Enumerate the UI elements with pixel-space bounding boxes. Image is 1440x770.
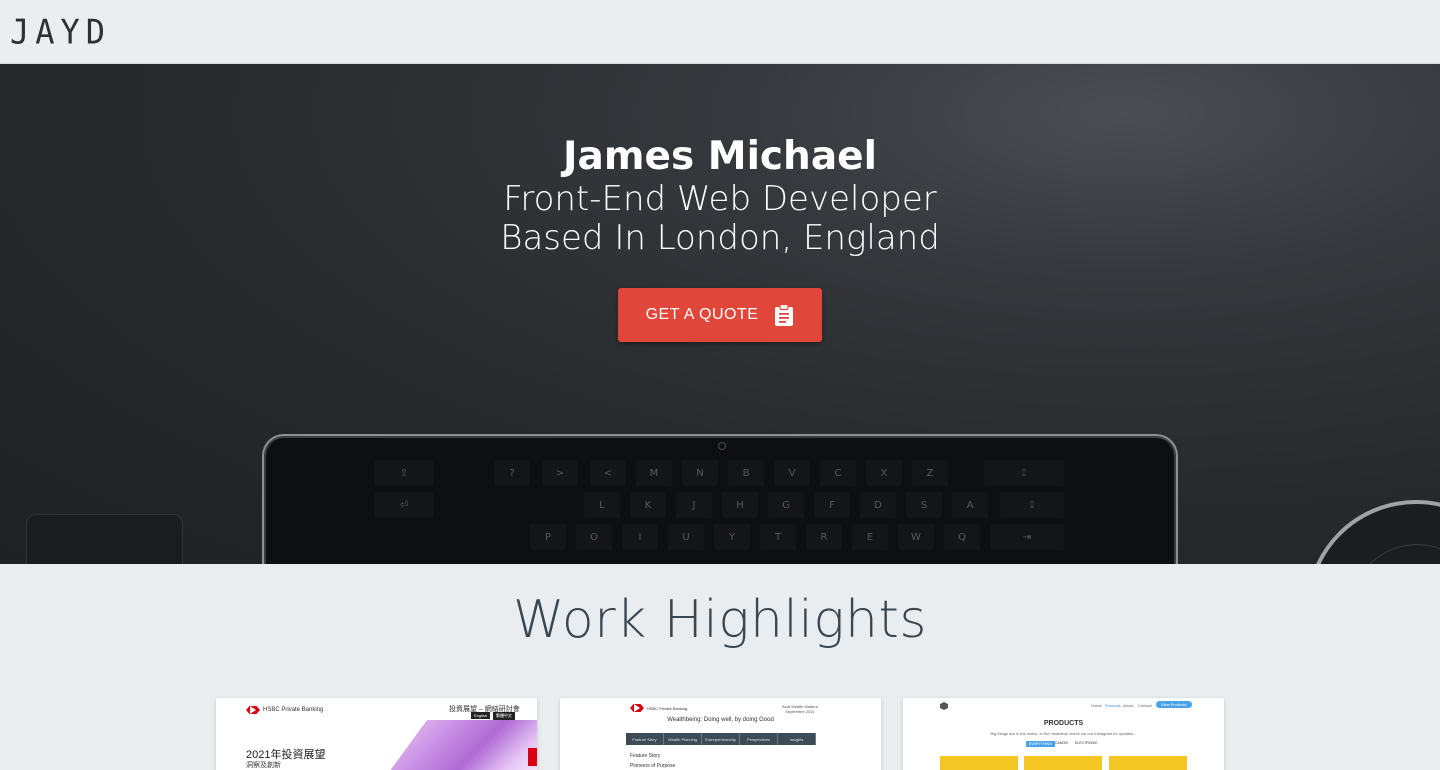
chinese-button[interactable]: 繁體中文 xyxy=(493,712,515,720)
nav-perspectives[interactable]: Perspectives xyxy=(740,733,778,745)
disc-image xyxy=(1306,500,1440,564)
site-logo[interactable]: JAYD xyxy=(10,12,111,52)
card-heading: PRODUCTS xyxy=(1043,720,1084,727)
work-card-wealthbeing[interactable]: HSBC Private Banking Asia Wealth Matters… xyxy=(560,698,881,770)
hero-name: James Michael xyxy=(563,134,877,179)
card-line: Feature Story xyxy=(630,753,661,759)
keyboard-image: ⇧ ? > < M N B V C X Z ⇧ ⏎ L K J H G F D xyxy=(374,460,1074,564)
nav-home[interactable]: Home xyxy=(1091,703,1102,708)
hsbc-logo: HSBC Private Banking xyxy=(630,704,687,712)
nav-contact[interactable]: Contact xyxy=(1138,703,1152,708)
notebook-image xyxy=(26,514,183,564)
work-card-products[interactable]: Home Products About Contact View Product… xyxy=(903,698,1224,770)
nav-feature-story[interactable]: Feature Story xyxy=(626,733,664,745)
work-card-hsbc-outlook[interactable]: HSBC Private Banking 投資展望 – 網絡研討會 Englis… xyxy=(216,698,537,770)
hero-text: James Michael Front-End Web Developer Ba… xyxy=(0,134,1440,258)
tab-electronic[interactable]: ELECTRONIC xyxy=(1075,741,1098,745)
card-subheading: 洞察及創新 xyxy=(246,762,281,769)
hexagon-logo-icon xyxy=(940,702,948,710)
hsbc-hexagon-icon xyxy=(630,704,644,712)
nav-insights[interactable]: Insights xyxy=(778,733,816,745)
hero-location: Based In London, England xyxy=(500,218,940,258)
side-tab xyxy=(528,748,537,766)
laptop-image: ⇧ ? > < M N B V C X Z ⇧ ⏎ L K J H G F D xyxy=(262,434,1178,564)
hero-section: James Michael Front-End Web Developer Ba… xyxy=(0,64,1440,564)
camera-icon xyxy=(718,442,726,450)
product-thumbnail[interactable] xyxy=(1109,756,1187,770)
view-products-button[interactable]: View Products xyxy=(1156,701,1192,708)
hsbc-logo: HSBC Private Banking xyxy=(246,706,323,714)
card-subheading: Big things are in the works, in the mean… xyxy=(990,731,1137,736)
nav-products[interactable]: Products xyxy=(1105,703,1121,708)
tab-everything[interactable]: EVERYTHING xyxy=(1026,741,1055,747)
hero-role: Front-End Web Developer xyxy=(503,179,937,219)
card-navbar: Feature Story Wealth Planning Entreprene… xyxy=(626,733,816,745)
card-topline: Asia Wealth Matters September 2021 xyxy=(782,704,818,714)
english-button[interactable]: English xyxy=(471,712,491,719)
top-navbar: JAYD xyxy=(0,0,1440,64)
product-thumbnail[interactable] xyxy=(1024,756,1102,770)
clipboard-icon xyxy=(774,304,794,326)
tab-canon[interactable]: CANON xyxy=(1055,741,1068,745)
product-thumbnail[interactable] xyxy=(940,756,1018,770)
get-a-quote-button[interactable]: GET A QUOTE xyxy=(618,288,822,342)
hsbc-hexagon-icon xyxy=(246,706,260,714)
card-line: Pioneers of Purpose xyxy=(630,763,676,769)
nav-entrepreneurship[interactable]: Entrepreneurship xyxy=(702,733,740,745)
nav-about[interactable]: About xyxy=(1123,703,1133,708)
nav-wealth-planning[interactable]: Wealth Planning xyxy=(664,733,702,745)
work-highlights-title: Work Highlights xyxy=(513,590,927,650)
card-heading: Wealthbeing: Doing well, by doing Good xyxy=(667,717,774,723)
get-a-quote-label: GET A QUOTE xyxy=(645,306,759,323)
crystal-graphic xyxy=(376,720,537,770)
